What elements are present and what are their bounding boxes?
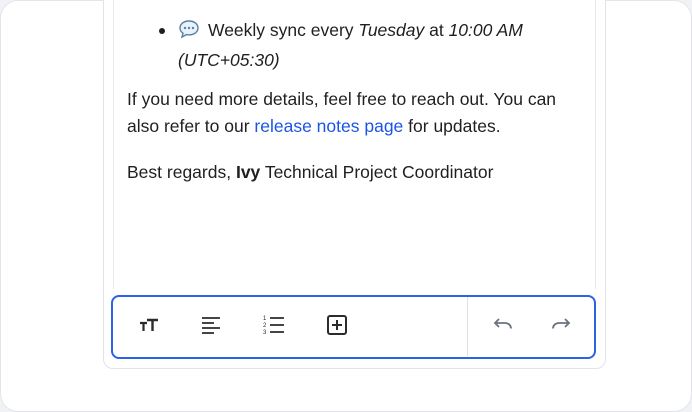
redo-icon: [550, 317, 572, 338]
align-left-button[interactable]: [198, 314, 224, 340]
insert-box-icon: [326, 314, 348, 341]
numbered-list-icon: 1 2 3: [262, 314, 286, 341]
bullet-timezone: (UTC+05:30): [178, 50, 280, 70]
info-paragraph: If you need more details, feel free to r…: [127, 86, 577, 140]
bullet-day: Tuesday: [358, 20, 425, 40]
toolbar-divider: [467, 297, 468, 356]
svg-text:3: 3: [263, 330, 267, 336]
release-notes-link[interactable]: release notes page: [254, 116, 403, 136]
signoff: Best regards, Ivy Technical Project Coor…: [127, 159, 577, 186]
text-size-icon: [138, 316, 160, 339]
formatting-toolbar: 1 2 3: [111, 295, 596, 359]
list-item: Weekly sync every Tuesday at 10:00 AM (U…: [127, 17, 577, 74]
speech-bubble-icon: [178, 19, 200, 47]
bullet-text-prefix: Weekly sync every: [208, 20, 359, 40]
redo-button[interactable]: [548, 314, 574, 340]
signoff-title: Technical Project Coordinator: [260, 162, 494, 182]
undo-button[interactable]: [490, 314, 516, 340]
signoff-name: Ivy: [235, 162, 261, 182]
numbered-list-button[interactable]: 1 2 3: [261, 314, 287, 340]
svg-text:2: 2: [263, 323, 267, 329]
message-body[interactable]: Weekly sync every Tuesday at 10:00 AM (U…: [127, 17, 577, 186]
signoff-greeting: Best regards,: [127, 162, 236, 182]
text-size-button[interactable]: [136, 314, 162, 340]
paragraph-text-after: for updates.: [403, 116, 501, 136]
bullet-text-mid: at: [424, 20, 449, 40]
undo-icon: [492, 317, 514, 338]
align-left-icon: [200, 315, 222, 340]
insert-button[interactable]: [324, 314, 350, 340]
bullet-dot: [159, 28, 165, 34]
svg-text:1: 1: [263, 316, 267, 322]
bullet-time: 10:00 AM: [448, 20, 523, 40]
